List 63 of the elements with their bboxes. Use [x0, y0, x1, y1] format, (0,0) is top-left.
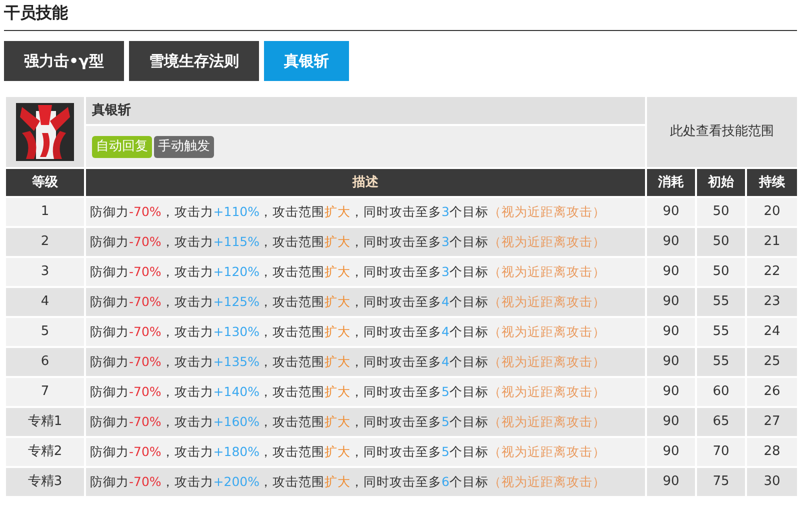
table-cell: 27	[746, 407, 798, 437]
table-cell: 90	[646, 377, 696, 407]
table-cell: 21	[746, 227, 798, 257]
table-cell: 55	[696, 347, 746, 377]
table-cell: 55	[696, 317, 746, 347]
table-cell: 30	[746, 467, 798, 497]
table-cell: 90	[646, 197, 696, 227]
level-cell: 4	[5, 287, 85, 317]
tab[interactable]: 强力击•γ型	[4, 41, 124, 81]
table-cell: 23	[746, 287, 798, 317]
column-header: 描述	[85, 168, 646, 197]
description-cell: 防御力-70%，攻击力+140%，攻击范围扩大，同时攻击至多5个目标（视为近距离攻击）	[85, 377, 646, 407]
column-header: 消耗	[646, 168, 696, 197]
table-cell: 50	[696, 257, 746, 287]
skill-name: 真银斩	[85, 96, 646, 125]
level-cell: 专精1	[5, 407, 85, 437]
level-cell: 5	[5, 317, 85, 347]
level-cell: 专精2	[5, 437, 85, 467]
level-cell: 7	[5, 377, 85, 407]
table-cell: 90	[646, 467, 696, 497]
table-cell: 25	[746, 347, 798, 377]
description-cell: 防御力-70%，攻击力+180%，攻击范围扩大，同时攻击至多5个目标（视为近距离攻击）	[85, 437, 646, 467]
table-cell: 20	[746, 197, 798, 227]
table-cell: 75	[696, 467, 746, 497]
table-cell: 90	[646, 407, 696, 437]
skill-tag: 手动触发	[154, 136, 214, 158]
description-cell: 防御力-70%，攻击力+110%，攻击范围扩大，同时攻击至多3个目标（视为近距离攻击）	[85, 197, 646, 227]
description-cell: 防御力-70%，攻击力+115%，攻击范围扩大，同时攻击至多3个目标（视为近距离攻击）	[85, 227, 646, 257]
skill-tag: 自动回复	[92, 136, 152, 158]
description-cell: 防御力-70%，攻击力+200%，攻击范围扩大，同时攻击至多6个目标（视为近距离攻击）	[85, 467, 646, 497]
description-cell: 防御力-70%，攻击力+160%，攻击范围扩大，同时攻击至多5个目标（视为近距离攻击）	[85, 407, 646, 437]
table-cell: 90	[646, 287, 696, 317]
level-cell: 6	[5, 347, 85, 377]
ribbon-icon	[16, 103, 74, 161]
column-header: 持续	[746, 168, 798, 197]
column-header: 等级	[5, 168, 85, 197]
table-cell: 55	[696, 287, 746, 317]
table-cell: 90	[646, 227, 696, 257]
table-cell: 28	[746, 437, 798, 467]
level-cell: 专精3	[5, 467, 85, 497]
table-cell: 24	[746, 317, 798, 347]
level-cell: 1	[5, 197, 85, 227]
section-title: 干员技能	[4, 0, 797, 31]
table-cell: 60	[696, 377, 746, 407]
tab[interactable]: 雪境生存法则	[128, 41, 259, 81]
table-cell: 70	[696, 437, 746, 467]
table-cell: 26	[746, 377, 798, 407]
table-cell: 65	[696, 407, 746, 437]
table-cell: 50	[696, 227, 746, 257]
range-link[interactable]: 此处查看技能范围	[670, 124, 774, 140]
description-cell: 防御力-70%，攻击力+125%，攻击范围扩大，同时攻击至多4个目标（视为近距离攻击）	[85, 287, 646, 317]
table-cell: 22	[746, 257, 798, 287]
description-cell: 防御力-70%，攻击力+130%，攻击范围扩大，同时攻击至多4个目标（视为近距离攻击）	[85, 317, 646, 347]
level-cell: 3	[5, 257, 85, 287]
table-cell: 90	[646, 317, 696, 347]
level-cell: 2	[5, 227, 85, 257]
column-header: 初始	[696, 168, 746, 197]
description-cell: 防御力-70%，攻击力+120%，攻击范围扩大，同时攻击至多3个目标（视为近距离攻击）	[85, 257, 646, 287]
description-cell: 防御力-70%，攻击力+135%，攻击范围扩大，同时攻击至多4个目标（视为近距离攻击）	[85, 347, 646, 377]
table-cell: 90	[646, 257, 696, 287]
table-cell: 90	[646, 437, 696, 467]
table-cell: 50	[696, 197, 746, 227]
table-cell: 90	[646, 347, 696, 377]
